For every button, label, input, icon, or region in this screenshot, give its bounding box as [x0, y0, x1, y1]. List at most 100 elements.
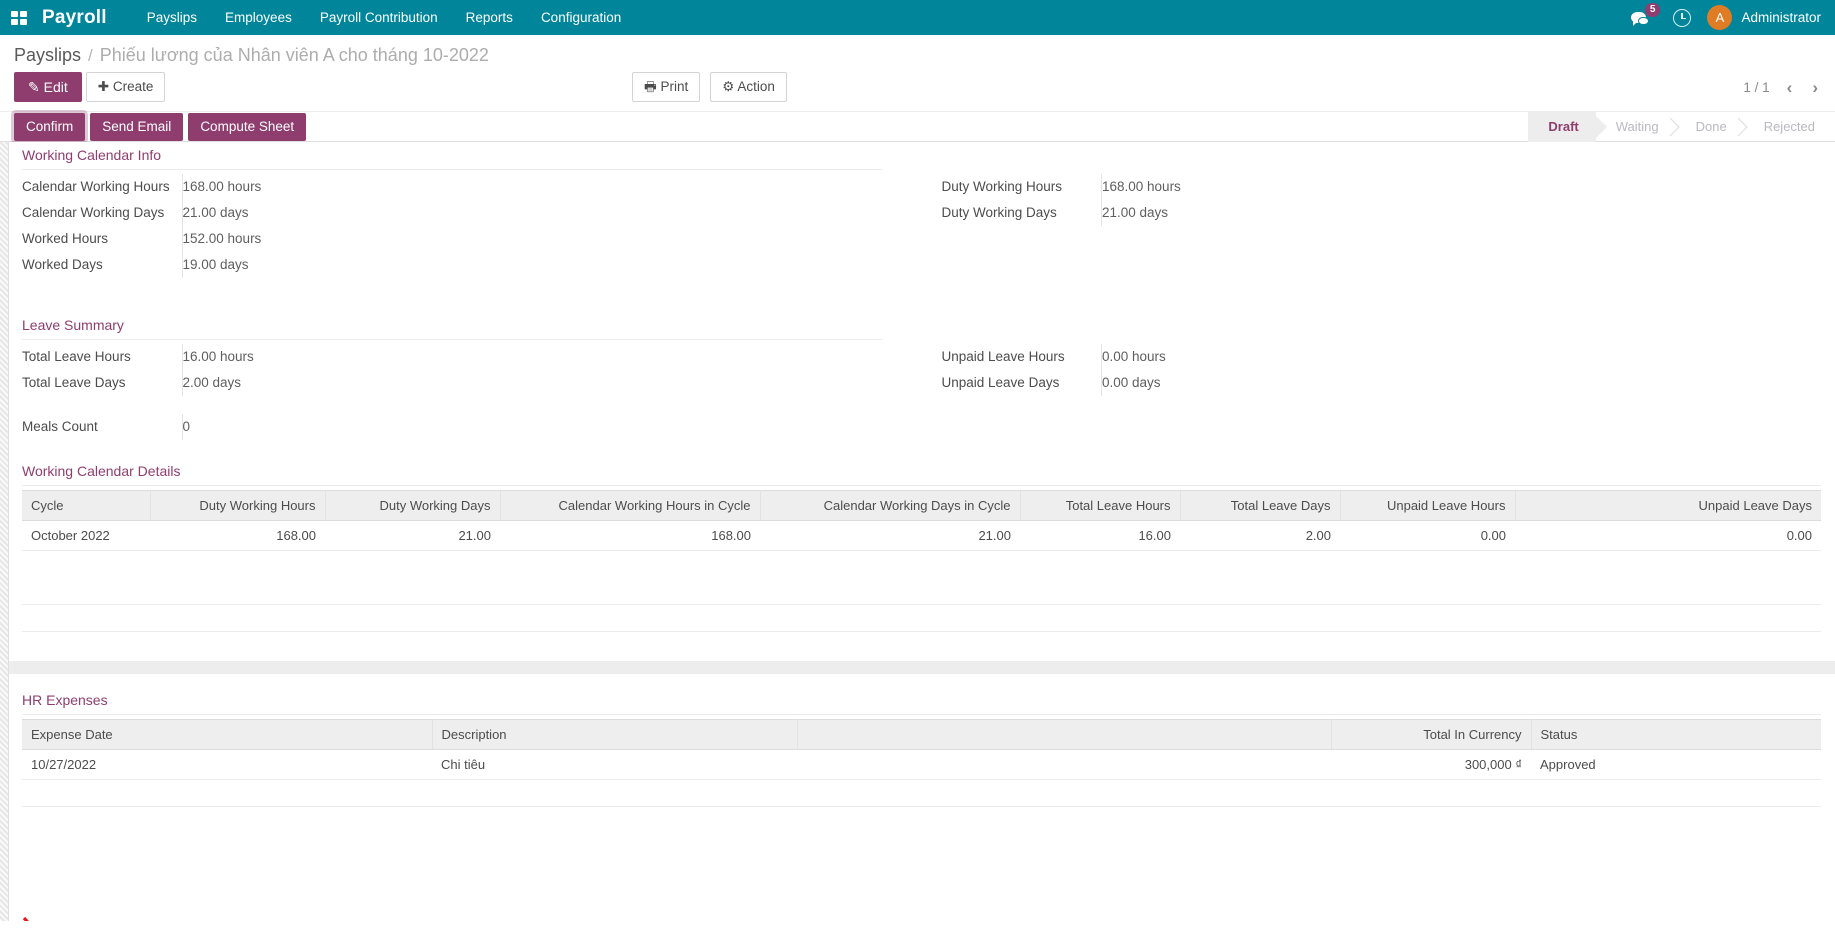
scrollbar-gutter[interactable] [0, 142, 9, 921]
cell-calendar-working-hours-in-cycle: 168.00 [500, 521, 760, 551]
field-value: 168.00 hours [1102, 174, 1782, 200]
statusbar: Confirm Send Email Compute Sheet Draft W… [0, 111, 1835, 141]
col-duty-working-hours[interactable]: Duty Working Hours [150, 491, 325, 521]
form-toolbar: ✎ Edit ✚ Create 🖶 Print ⚙ Action 1 / 1 ‹… [0, 66, 1835, 111]
clock-icon[interactable] [1673, 9, 1691, 27]
field-value: 16.00 hours [182, 344, 882, 370]
edit-button[interactable]: ✎ Edit [14, 72, 82, 102]
hr-expenses-title: HR Expenses [22, 687, 1821, 715]
field-row: Duty Working Days 21.00 days [942, 200, 1782, 226]
field-row: Calendar Working Hours 168.00 hours [22, 174, 882, 200]
col-calendar-working-days-in-cycle[interactable]: Calendar Working Days in Cycle [760, 491, 1020, 521]
breadcrumb-separator: / [88, 46, 93, 66]
cell-cycle: October 2022 [22, 521, 150, 551]
annotation-arrow-icon [20, 914, 68, 921]
col-unpaid-leave-days[interactable]: Unpaid Leave Days [1515, 491, 1821, 521]
field-row: Total Leave Hours 16.00 hours [22, 344, 882, 370]
stage-draft[interactable]: Draft [1528, 112, 1595, 142]
stage-draft-label: Draft [1548, 119, 1578, 134]
field-label: Calendar Working Days [22, 200, 182, 226]
field-value: 19.00 days [182, 252, 882, 278]
field-value: 0 [182, 414, 882, 440]
field-row: Duty Working Hours 168.00 hours [942, 174, 1782, 200]
col-total-leave-hours[interactable]: Total Leave Hours [1020, 491, 1180, 521]
compute-sheet-button[interactable]: Compute Sheet [188, 113, 306, 141]
working-calendar-details-title: Working Calendar Details [22, 458, 1821, 486]
col-unpaid-leave-hours[interactable]: Unpaid Leave Hours [1340, 491, 1515, 521]
messages-icon[interactable]: 5 [1631, 7, 1657, 29]
col-status[interactable]: Status [1531, 720, 1821, 750]
send-email-button[interactable]: Send Email [90, 113, 183, 141]
stage-rejected-label: Rejected [1764, 119, 1815, 134]
statusbar-buttons: Confirm Send Email Compute Sheet [14, 113, 311, 141]
stage-rejected[interactable]: Rejected [1744, 112, 1835, 142]
app-brand[interactable]: Payroll [42, 0, 107, 35]
mid-toolbar-buttons: 🖶 Print ⚙ Action [632, 72, 787, 102]
section-gap [22, 440, 1821, 458]
edit-button-label: Edit [44, 79, 68, 95]
working-calendar-info-title: Working Calendar Info [22, 142, 882, 170]
leave-summary-group: Leave Summary Total Leave Hours 16.00 ho… [22, 312, 1821, 440]
chevron-left-icon[interactable]: ‹ [1784, 79, 1796, 96]
breadcrumb-root-payslips[interactable]: Payslips [14, 45, 81, 66]
action-button-label: Action [737, 79, 775, 94]
col-total-leave-days[interactable]: Total Leave Days [1180, 491, 1340, 521]
field-label: Meals Count [22, 414, 182, 440]
confirm-button[interactable]: Confirm [14, 113, 85, 141]
stage-waiting[interactable]: Waiting [1596, 112, 1676, 142]
field-value: 21.00 days [182, 200, 882, 226]
nav-menu-reports[interactable]: Reports [452, 0, 527, 35]
table-header-row: Expense Date Description Total In Curren… [22, 720, 1821, 750]
field-row: Worked Days 19.00 days [22, 252, 882, 278]
field-row: Total Leave Days 2.00 days [22, 370, 882, 396]
nav-menu-payroll-contribution[interactable]: Payroll Contribution [306, 0, 452, 35]
nav-menu-configuration[interactable]: Configuration [527, 0, 635, 35]
field-label: Calendar Working Hours [22, 174, 182, 200]
col-calendar-working-hours-in-cycle[interactable]: Calendar Working Hours in Cycle [500, 491, 760, 521]
stage-waiting-label: Waiting [1616, 119, 1659, 134]
form-sheet: Working Calendar Info Calendar Working H… [0, 142, 1835, 921]
stage-done[interactable]: Done [1676, 112, 1744, 142]
cell-unpaid-leave-hours: 0.00 [1340, 521, 1515, 551]
working-calendar-info-left: Working Calendar Info Calendar Working H… [22, 142, 922, 278]
leave-summary-right: Unpaid Leave Hours 0.00 hours Unpaid Lea… [922, 312, 1822, 440]
user-menu[interactable]: A Administrator [1707, 5, 1821, 30]
apps-grid-icon[interactable] [8, 7, 30, 29]
leave-summary-left: Leave Summary Total Leave Hours 16.00 ho… [22, 312, 922, 440]
col-expense-date[interactable]: Expense Date [22, 720, 432, 750]
print-button[interactable]: 🖶 Print [632, 72, 700, 102]
messages-counter-badge: 5 [1645, 3, 1661, 17]
chevron-right-icon[interactable]: › [1809, 79, 1821, 96]
table-row[interactable]: October 2022 168.00 21.00 168.00 21.00 1… [22, 521, 1821, 551]
cell-blank [797, 750, 1331, 780]
working-calendar-details-table: Cycle Duty Working Hours Duty Working Da… [22, 490, 1821, 632]
col-blank[interactable] [797, 720, 1331, 750]
gear-icon: ⚙ [722, 79, 734, 94]
table-header-row: Cycle Duty Working Hours Duty Working Da… [22, 491, 1821, 521]
avatar: A [1707, 5, 1732, 30]
table-row[interactable]: 10/27/2022 Chi tiêu 300,000 ₫ Approved [22, 750, 1821, 780]
col-description[interactable]: Description [432, 720, 797, 750]
action-button[interactable]: ⚙ Action [710, 72, 787, 102]
leave-summary-title: Leave Summary [22, 312, 882, 340]
cell-duty-working-days: 21.00 [325, 521, 500, 551]
field-label: Unpaid Leave Days [942, 370, 1102, 396]
printer-icon: 🖶 [644, 79, 657, 94]
col-total-in-currency[interactable]: Total In Currency [1331, 720, 1531, 750]
create-button[interactable]: ✚ Create [86, 72, 166, 102]
working-calendar-info-right: Duty Working Hours 168.00 hours Duty Wor… [922, 142, 1822, 278]
record-pager: 1 / 1 ‹ › [1743, 79, 1821, 96]
col-duty-working-days[interactable]: Duty Working Days [325, 491, 500, 521]
field-value: 2.00 days [182, 370, 882, 396]
field-label: Duty Working Hours [942, 174, 1102, 200]
section-gap [22, 278, 1821, 312]
cell-description: Chi tiêu [432, 750, 797, 780]
cell-status: Approved [1531, 750, 1821, 780]
cell-calendar-working-days-in-cycle: 21.00 [760, 521, 1020, 551]
col-cycle[interactable]: Cycle [22, 491, 150, 521]
table-empty-row [22, 578, 1821, 605]
field-value: 0.00 days [1102, 370, 1782, 396]
nav-menu-employees[interactable]: Employees [211, 0, 306, 35]
nav-menu-payslips[interactable]: Payslips [133, 0, 211, 35]
section-divider-bar [0, 661, 1835, 674]
